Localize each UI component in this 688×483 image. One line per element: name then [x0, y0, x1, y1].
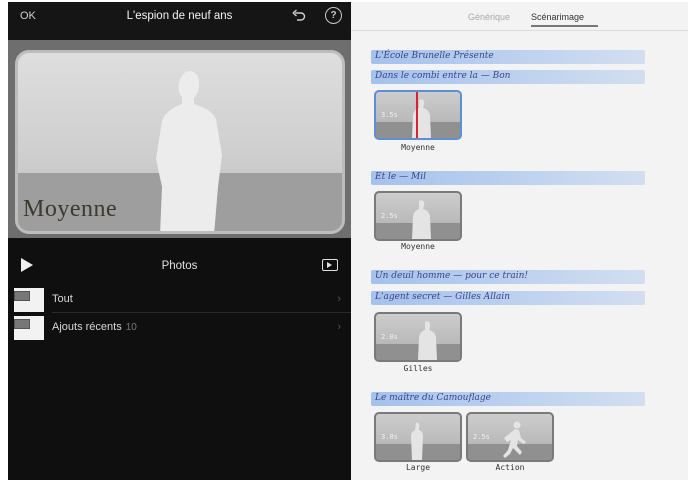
clip-label: Moyenne [401, 143, 435, 152]
chevron-right-icon: › [337, 321, 341, 333]
storyboard-note[interactable]: L'École Brunelle Présente [375, 51, 494, 61]
small-figure-icon [411, 422, 423, 460]
album-label: Ajouts récents 10 [52, 321, 137, 333]
figure-icon [412, 99, 431, 138]
album-row-all[interactable]: Tout › [8, 285, 351, 313]
storyboard-note[interactable]: Le maître du Camouflage [375, 393, 491, 403]
storyboard-note[interactable]: L'agent secret — Gilles Allain [375, 292, 510, 302]
album-label: Tout [52, 293, 73, 305]
storyboard-clip[interactable]: 2.5s [374, 191, 462, 241]
chevron-right-icon: › [337, 293, 341, 305]
storyboard-clip[interactable]: 3.0s [374, 412, 462, 462]
tab-scenarimage[interactable]: Scénarimage [531, 12, 584, 22]
clip-label: Gilles [403, 364, 433, 373]
clip-duration: 2.5s [381, 212, 398, 220]
clip-duration: 2.0s [381, 333, 398, 341]
album-row-recent[interactable]: Ajouts récents 10 › [8, 313, 351, 341]
figure-icon [418, 321, 437, 360]
shot-type-label: Moyenne [23, 196, 118, 222]
storyboard-note[interactable]: Et le — Mil [375, 172, 426, 182]
video-editor-pane: OK L'espion de neuf ans ? Moyenne Photos… [8, 2, 351, 480]
storyboard-clip[interactable]: 3.5s [374, 90, 462, 140]
storyboard-clip[interactable]: 2.5s [466, 412, 554, 462]
help-icon[interactable]: ? [325, 7, 342, 24]
clip-label: Moyenne [401, 242, 435, 251]
clip-duration: 3.5s [381, 111, 398, 119]
clip-label: Action [495, 463, 525, 472]
slideshow-icon[interactable] [322, 259, 338, 271]
divider [351, 30, 688, 31]
standing-man-silhouette-icon [156, 71, 222, 231]
top-bar: OK L'espion de neuf ans ? [8, 2, 351, 40]
album-thumbnail [14, 316, 44, 340]
storyboard-pane: Générique Scénarimage L'École Brunelle P… [351, 2, 688, 480]
running-figure-icon [503, 421, 526, 458]
clip-label: Large [405, 463, 431, 472]
clip-duration: 2.5s [473, 433, 490, 441]
tab-generique[interactable]: Générique [468, 12, 510, 22]
photos-title: Photos [161, 260, 198, 272]
figure-icon [412, 200, 431, 239]
clip-duration: 3.0s [381, 433, 398, 441]
storyboard-clip[interactable]: 2.0s [374, 312, 462, 362]
storyboard-note[interactable]: Dans le combi entre la — Bon [375, 71, 510, 81]
storyboard-note[interactable]: Un deuil homme — pour ce train! [375, 271, 528, 281]
album-thumbnail [14, 288, 44, 312]
playhead[interactable] [416, 92, 418, 138]
undo-icon[interactable] [292, 8, 306, 22]
active-tab-indicator [531, 25, 598, 27]
